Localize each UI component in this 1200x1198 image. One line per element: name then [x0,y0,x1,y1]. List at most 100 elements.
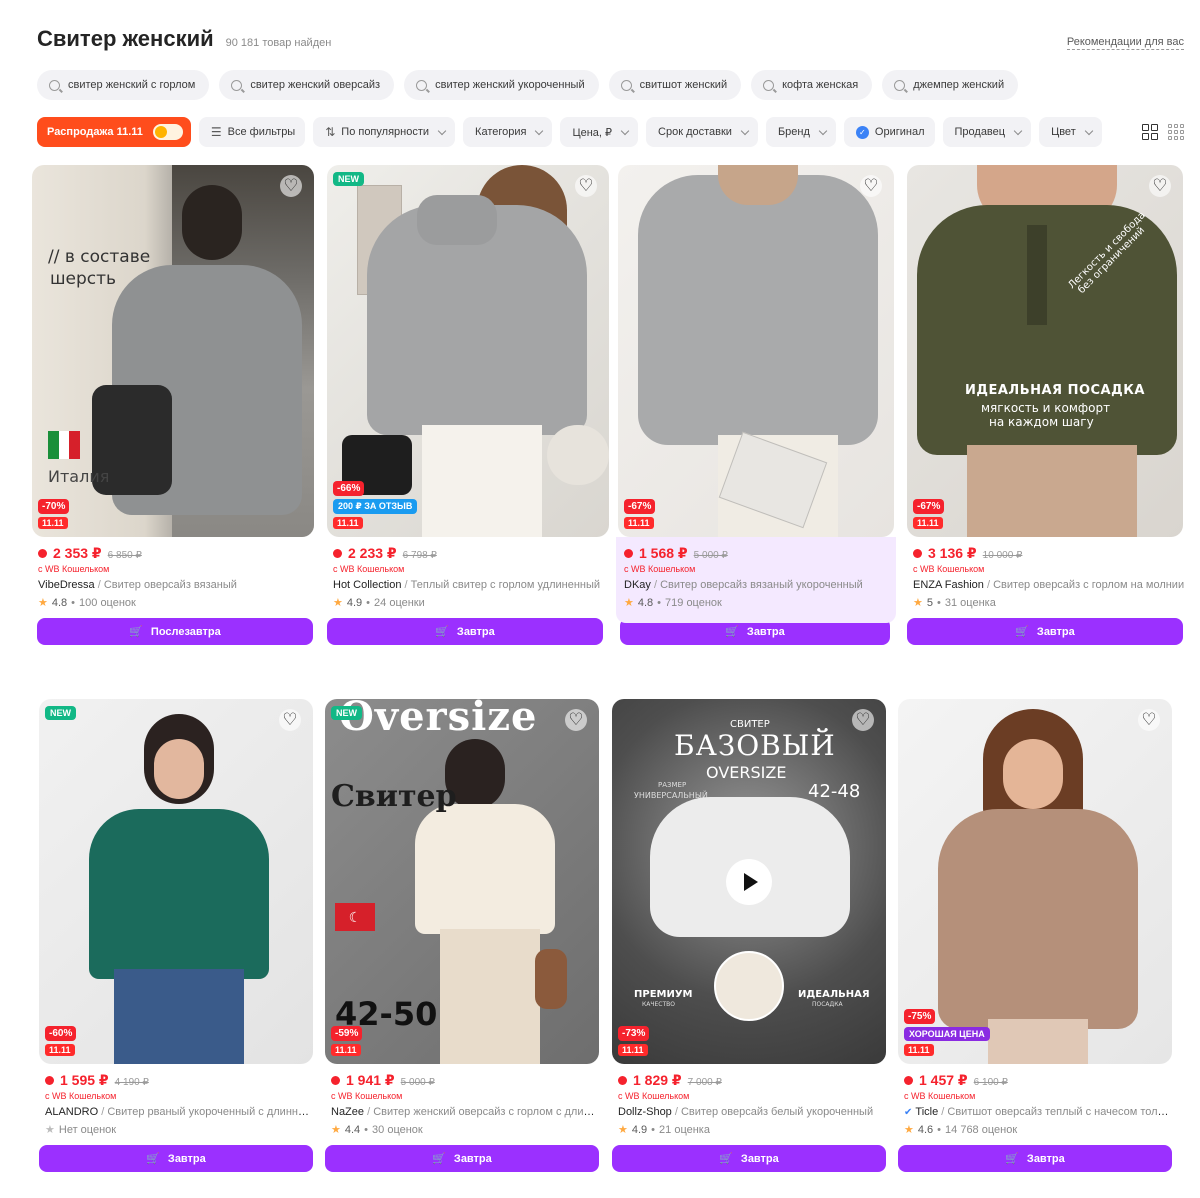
brand-name: Hot Collection [333,579,402,591]
product-info: 1 568 ₽ 5 000 ₽ с WB Кошельком DKay / Сви… [618,537,900,609]
product-title[interactable]: NaZee / Свитер женский оверсайз с горлом… [331,1106,599,1118]
product-card[interactable]: СВИТЕР БАЗОВЫЙ OVERSIZE 42-48 РАЗМЕР УНИ… [612,699,894,1172]
product-image[interactable]: ♡ -75% ХОРОШАЯ ЦЕНА 11.11 [898,699,1172,1064]
product-card[interactable]: // в составе шерсть Италия ♡ -70% 11.11 … [32,165,314,645]
query-chip[interactable]: кофта женская [751,70,873,100]
product-card[interactable]: ♡ -75% ХОРОШАЯ ЦЕНА 11.11 1 457 ₽ 6 100 ₽… [898,699,1180,1172]
heart-icon[interactable]: ♡ [1149,175,1171,197]
play-video-icon[interactable] [726,858,772,905]
good-price-badge: ХОРОШАЯ ЦЕНА [904,1027,990,1041]
product-image[interactable]: ♡ -67% 11.11 [618,165,894,537]
query-chip-label: кофта женская [782,79,859,91]
discount-badge: -66% [333,481,365,496]
query-chip[interactable]: свитер женский укороченный [404,70,599,100]
product-image[interactable]: // в составе шерсть Италия ♡ -70% 11.11 [32,165,314,537]
brand-label: Бренд [777,126,810,138]
old-price: 7 000 ₽ [687,1077,722,1088]
product-title[interactable]: ENZA Fashion / Свитер оверсайз с горлом … [913,579,1185,591]
query-chip-label: джемпер женский [913,79,1005,91]
query-chip[interactable]: джемпер женский [882,70,1019,100]
search-icon [763,79,775,91]
category-dropdown[interactable]: Категория [463,117,553,147]
seller-dropdown[interactable]: Продавец [942,117,1032,147]
chevron-down-icon [437,126,447,135]
product-title[interactable]: ALANDRO / Свитер рваный укороченный с дл… [45,1106,313,1118]
cart-icon: 🛒 [1015,626,1029,638]
grid-small-icon[interactable] [1168,124,1184,140]
promo-badge: 11.11 [904,1044,934,1056]
verified-brand-icon: ✔ [904,1107,913,1118]
cart-icon: 🛒 [725,626,739,638]
image-caption: БАЗОВЫЙ [674,729,836,762]
seller-label: Продавец [954,126,1006,138]
heart-icon[interactable]: ♡ [860,175,882,197]
brand-name: VibeDressa [38,579,95,591]
heart-icon[interactable]: ♡ [575,175,597,197]
product-title[interactable]: DKay / Свитер оверсайз вязаный укороченн… [624,579,896,591]
sale-toggle-button[interactable]: Распродажа 11.11 [37,117,191,147]
recommendations-link[interactable]: Рекомендации для вас [1066,36,1184,50]
sale-label: Распродажа 11.11 [47,126,143,138]
query-chip[interactable]: свитшот женский [608,70,742,100]
add-to-cart-button[interactable]: 🛒 Завтра [612,1145,886,1172]
grid-large-icon[interactable] [1142,124,1158,140]
price-dropdown[interactable]: Цена, ₽ [560,117,639,147]
product-name: Свитер оверсайз с горлом на молнии [993,579,1185,591]
product-card[interactable]: ♡ -67% 11.11 1 568 ₽ 5 000 ₽ с WB Кошельк… [616,165,900,645]
product-title[interactable]: ✔ Ticle / Свитшот оверсайз теплый с начес… [904,1106,1172,1118]
add-to-cart-button[interactable]: 🛒 Завтра [325,1145,599,1172]
product-image[interactable]: NEW ♡ -66% 200 ₽ ЗА ОТЗЫВ 11.11 [327,165,609,537]
product-image[interactable]: ИДЕАЛЬНАЯ ПОСАДКА мягкость и комфорт на … [907,165,1183,537]
product-card[interactable]: NEW ♡ -66% 200 ₽ ЗА ОТЗЫВ 11.11 2 233 ₽ 6… [327,165,609,645]
delivery-dropdown[interactable]: Срок доставки [646,117,758,147]
color-dropdown[interactable]: Цвет [1039,117,1102,147]
heart-icon[interactable]: ♡ [1138,709,1160,731]
heart-icon[interactable]: ♡ [565,709,587,731]
chevron-down-icon [818,126,828,135]
price-label: Цена, ₽ [572,126,613,139]
reviews-count: 31 оценка [944,596,996,609]
product-title[interactable]: VibeDressa / Свитер оверсайз вязаный [38,579,310,591]
wallet-note: с WB Кошельком [331,1091,403,1101]
query-chip[interactable]: свитер женский оверсайз [219,70,395,100]
heart-icon[interactable]: ♡ [279,709,301,731]
add-to-cart-button[interactable]: 🛒 Завтра [39,1145,313,1172]
all-filters-button[interactable]: ☰ Все фильтры [198,117,306,147]
product-name: Свитер оверсайз белый укороченный [680,1106,874,1118]
product-image[interactable]: СВИТЕР БАЗОВЫЙ OVERSIZE 42-48 РАЗМЕР УНИ… [612,699,886,1064]
brand-dropdown[interactable]: Бренд [765,117,836,147]
add-to-cart-button[interactable]: 🛒 Завтра [907,618,1183,645]
discount-badge: -70% [38,499,70,514]
chevron-down-icon [1084,126,1093,135]
add-to-cart-button[interactable]: 🛒 Завтра [898,1145,1172,1172]
star-icon: ★ [618,1124,628,1136]
product-card[interactable]: NEW ♡ -60% 11.11 1 595 ₽ 4 190 ₽ с WB Кош… [39,699,321,1172]
product-image[interactable]: Oversize Свитер ☾ 42-50 NEW ♡ -59% 11.11 [325,699,599,1064]
promo-badge: 11.11 [331,1044,361,1056]
search-icon [231,79,243,91]
reviews-count: 14 768 оценок [945,1123,1018,1136]
product-title[interactable]: Hot Collection / Теплый свитер с горлом … [333,579,605,591]
sort-dropdown[interactable]: ⇅ По популярности [313,117,456,147]
wallet-note: с WB Кошельком [624,564,696,574]
heart-icon[interactable]: ♡ [280,175,302,197]
add-to-cart-button[interactable]: 🛒 Завтра [327,618,603,645]
product-card[interactable]: Oversize Свитер ☾ 42-50 NEW ♡ -59% 11.11… [325,699,607,1172]
filter-sliders-icon: ☰ [210,125,222,139]
add-to-cart-button[interactable]: 🛒 Послезавтра [37,618,313,645]
old-price: 6 100 ₽ [973,1077,1008,1088]
image-caption: OVERSIZE [706,763,787,782]
price: 2 233 ₽ [348,545,397,561]
product-image[interactable]: NEW ♡ -60% 11.11 [39,699,313,1064]
review-bonus-badge: 200 ₽ ЗА ОТЗЫВ [333,499,418,514]
badges: -60% 11.11 [45,1026,77,1056]
original-filter-button[interactable]: ✓ Оригинал [843,117,935,147]
page-header: Свитер женский 90 181 товар найден [37,26,331,52]
product-card[interactable]: ИДЕАЛЬНАЯ ПОСАДКА мягкость и комфорт на … [907,165,1189,645]
price: 1 829 ₽ [633,1072,682,1088]
toggle-switch[interactable] [152,124,183,140]
heart-icon[interactable]: ♡ [852,709,874,731]
product-title[interactable]: Dollz-Shop / Свитер оверсайз белый укоро… [618,1106,886,1118]
star-icon: ★ [45,1124,55,1136]
query-chip[interactable]: свитер женский с горлом [37,70,210,100]
